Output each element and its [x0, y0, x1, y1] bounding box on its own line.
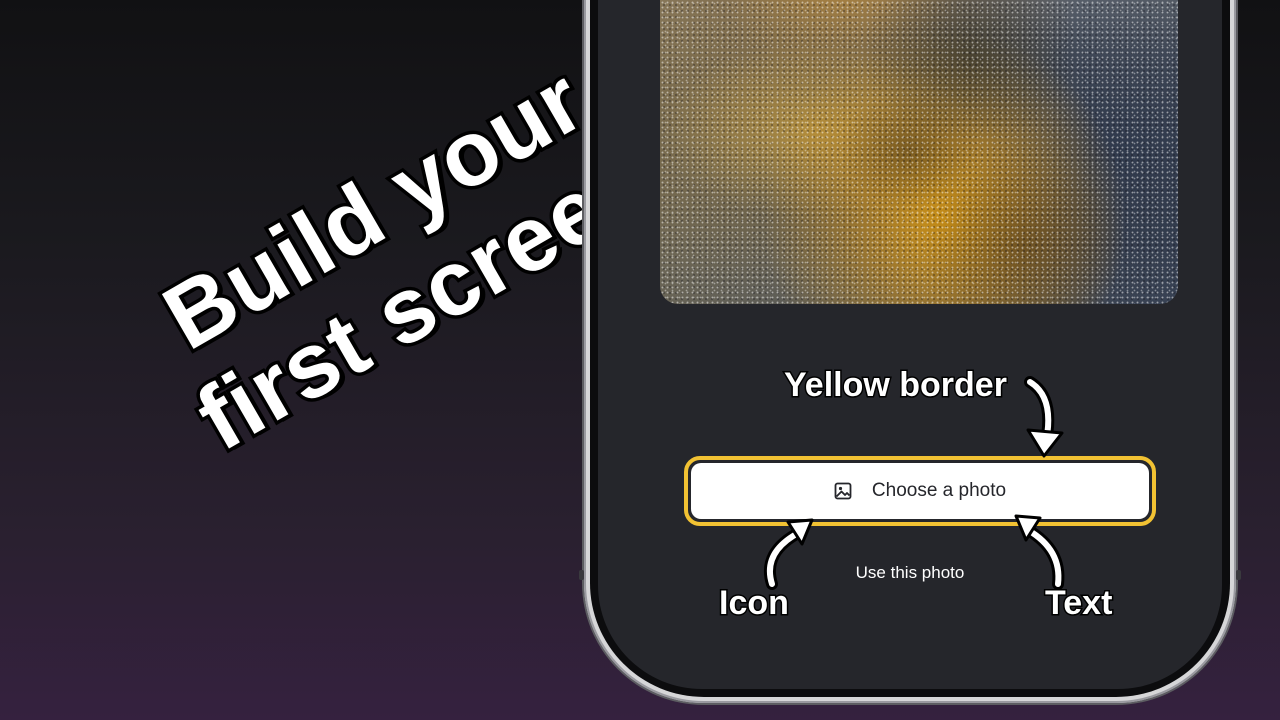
annotation-yellow-border: Yellow border	[783, 365, 1009, 406]
photo-grain	[660, 0, 1178, 304]
phone-side-button	[1236, 570, 1241, 580]
choose-photo-button-face[interactable]: Choose a photo	[691, 463, 1149, 519]
image-icon	[834, 482, 852, 500]
annotation-text: Text	[1043, 583, 1113, 624]
galaxy-photo	[660, 0, 1178, 304]
choose-photo-button[interactable]: Choose a photo	[684, 456, 1156, 526]
choose-photo-label: Choose a photo	[871, 480, 1007, 501]
phone-side-button	[579, 570, 584, 580]
use-this-photo-link[interactable]: Use this photo	[598, 563, 1222, 583]
app-screen: Choose a photo Use this photo	[598, 0, 1222, 689]
phone-frame: Choose a photo Use this photo	[579, 0, 1241, 703]
annotation-icon: Icon	[718, 583, 791, 624]
phone-bezel: Choose a photo Use this photo	[590, 0, 1230, 697]
